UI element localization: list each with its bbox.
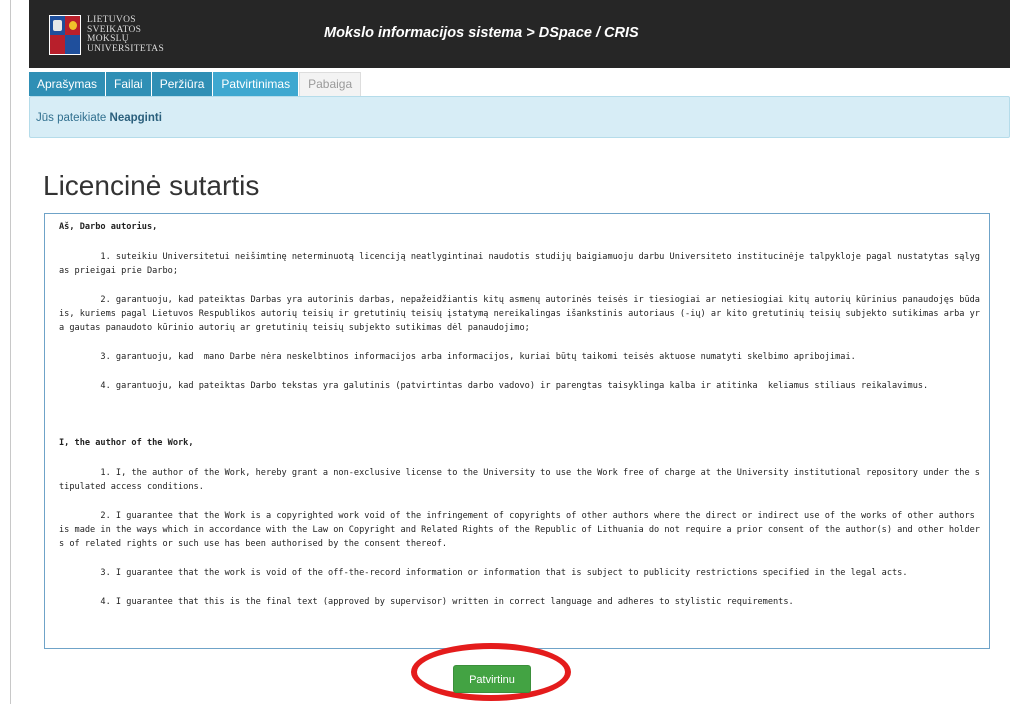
page-title: Licencinė sutartis: [43, 170, 260, 201]
site-header: LIETUVOS SVEIKATOS MOKSLŲ UNIVERSITETAS …: [29, 0, 1010, 68]
license-en-item: 3. I guarantee that the work is void of …: [59, 568, 908, 578]
tab-pabaiga: Pabaiga: [299, 72, 362, 96]
logo-line: UNIVERSITETAS: [87, 43, 165, 54]
tab-perziura[interactable]: Peržiūra: [151, 72, 213, 96]
header-title: Mokslo informacijos sistema > DSpace / C…: [324, 25, 639, 41]
license-text-area[interactable]: Aš, Darbo autorius, 1. suteikiu Universi…: [44, 213, 990, 649]
coat-of-arms-icon: [49, 15, 81, 55]
license-lt-item: 4. garantuoju, kad pateiktas Darbo tekst…: [59, 381, 929, 391]
license-lt-item: 2. garantuoju, kad pateiktas Darbas yra …: [59, 295, 980, 333]
submission-steps: Aprašymas Failai Peržiūra Patvirtinimas …: [29, 72, 362, 96]
tab-aprasymas[interactable]: Aprašymas: [29, 72, 106, 96]
license-en-header: I, the author of the Work,: [59, 438, 194, 448]
license-en-item: 2. I guarantee that the Work is a copyri…: [59, 511, 980, 549]
license-lt-header: Aš, Darbo autorius,: [59, 222, 158, 232]
license-en-item: 4. I guarantee that this is the final te…: [59, 597, 794, 607]
submission-info-bar: Jūs pateikiate Neapginti: [29, 96, 1010, 138]
window-edge: [0, 0, 11, 704]
license-lt-item: 3. garantuoju, kad mano Darbe nėra neske…: [59, 352, 856, 362]
info-prefix: Jūs pateikiate: [36, 112, 107, 124]
university-logo[interactable]: LIETUVOS SVEIKATOS MOKSLŲ UNIVERSITETAS: [49, 15, 164, 55]
submission-info-text: Jūs pateikiate Neapginti: [36, 112, 162, 124]
license-lt-item: 1. suteikiu Universitetui neišimtinę net…: [59, 252, 980, 276]
logo-text: LIETUVOS SVEIKATOS MOKSLŲ UNIVERSITETAS: [87, 15, 165, 54]
license-en-item: 1. I, the author of the Work, hereby gra…: [59, 468, 980, 492]
confirm-button[interactable]: Patvirtinu: [453, 665, 531, 693]
tab-failai[interactable]: Failai: [106, 72, 151, 96]
tab-patvirtinimas[interactable]: Patvirtinimas: [213, 72, 299, 96]
page: LIETUVOS SVEIKATOS MOKSLŲ UNIVERSITETAS …: [29, 0, 1010, 704]
info-value: Neapginti: [109, 112, 162, 124]
